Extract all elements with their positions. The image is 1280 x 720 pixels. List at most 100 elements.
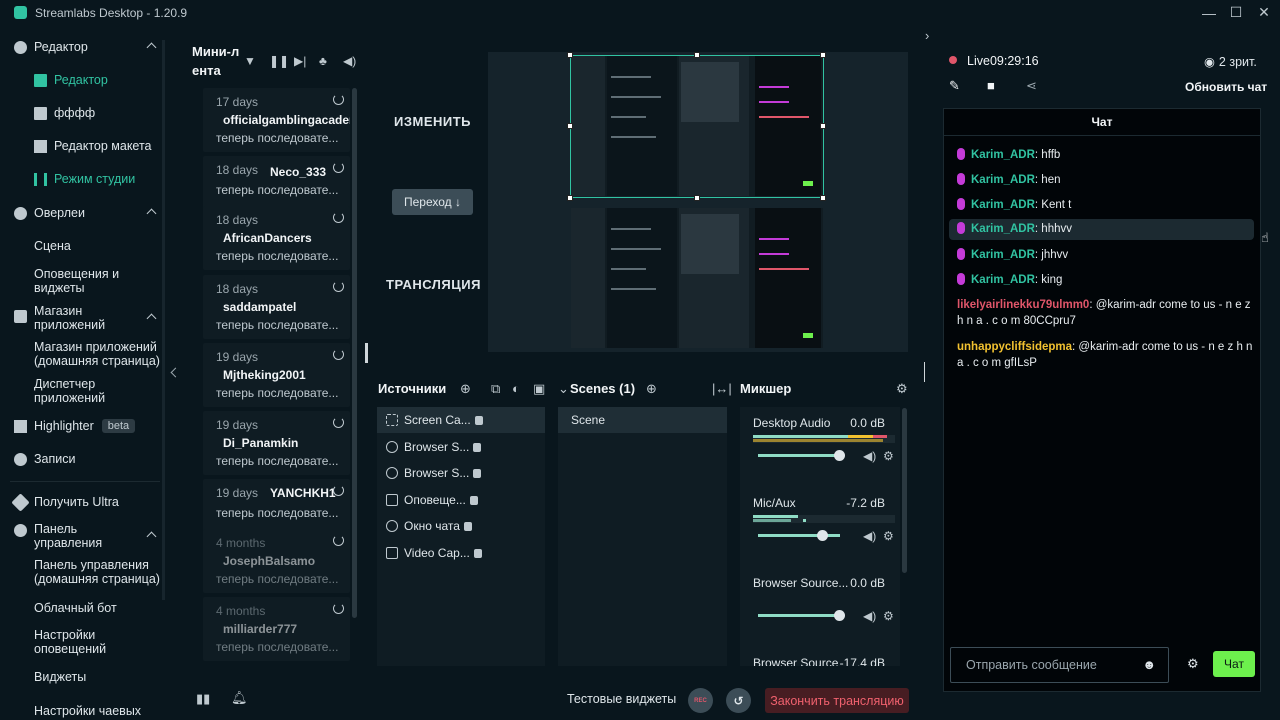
resize-handle[interactable] — [567, 123, 573, 129]
resize-handle[interactable] — [820, 52, 826, 58]
stats-icon[interactable]: ▮▮ — [196, 691, 210, 707]
chevron-down-icon[interactable]: ⌄ — [558, 381, 569, 397]
lock-icon[interactable] — [473, 468, 482, 478]
chat-username[interactable]: Karim_ADR — [971, 174, 1035, 186]
volume-icon[interactable]: ◀) — [343, 54, 356, 68]
end-stream-button[interactable]: Закончить трансляцию — [765, 688, 909, 713]
repeat-icon[interactable] — [333, 535, 344, 546]
chat-username[interactable]: Karim_ADR — [971, 223, 1035, 235]
volume-slider[interactable] — [758, 450, 845, 461]
nav-item-editor[interactable]: Редактор — [0, 72, 165, 88]
resize-handle[interactable] — [694, 195, 700, 201]
nav-item-layout-editor[interactable]: Редактор макета — [0, 138, 165, 154]
camera-icon[interactable]: ■ — [987, 78, 995, 93]
chat-username[interactable]: Karim_ADR — [971, 199, 1035, 211]
nav-item-ffff[interactable]: фффф — [0, 105, 165, 121]
lock-icon[interactable] — [473, 442, 482, 452]
source-item[interactable]: Окно чата — [377, 513, 545, 539]
nav-item-store-home[interactable]: Магазин приложений (домашняя страница) — [0, 340, 165, 370]
test-widgets-button[interactable]: Тестовые виджеты — [567, 692, 676, 706]
resize-handle[interactable] — [820, 123, 826, 129]
repeat-icon[interactable] — [333, 485, 344, 496]
bell-icon[interactable]: ♣ — [319, 54, 327, 68]
mixer-scrollbar[interactable] — [902, 408, 907, 573]
scenes-title[interactable]: Scenes (1) — [570, 381, 635, 396]
nav-item-highlighter[interactable]: Highlighter beta — [0, 417, 165, 435]
nav-group-editor[interactable]: Редактор — [0, 39, 165, 55]
add-scene-icon[interactable]: ⊕ — [646, 381, 657, 397]
slider-knob[interactable] — [817, 530, 828, 541]
nav-item-studio-mode[interactable]: Режим студии — [0, 171, 165, 187]
chat-message-input[interactable]: Отправить сообщение ☻ — [950, 647, 1169, 683]
source-selection-frame[interactable] — [570, 55, 824, 198]
hide-source-icon[interactable]: ◐ — [512, 381, 520, 396]
speaker-icon[interactable]: ◀) — [863, 449, 876, 463]
nav-item-app-manager[interactable]: Диспетчер приложений — [0, 377, 165, 407]
chat-username[interactable]: Karim_ADR — [971, 274, 1035, 286]
resize-handle[interactable] — [567, 52, 573, 58]
record-button[interactable]: REC — [688, 688, 713, 713]
panel-resize-handle[interactable] — [365, 343, 368, 363]
repeat-icon[interactable] — [333, 603, 344, 614]
transition-button[interactable]: Переход ↓ — [392, 189, 473, 215]
mini-feed-scrollbar[interactable] — [352, 88, 357, 618]
nav-item-dashboard-home[interactable]: Панель управления (домашняя страница) — [0, 558, 165, 588]
chat-username[interactable]: Karim_ADR — [971, 249, 1035, 261]
volume-slider[interactable] — [758, 610, 845, 621]
collapse-dock-chevron-icon[interactable]: › — [925, 28, 929, 43]
nav-item-recordings[interactable]: Записи — [0, 451, 165, 467]
nav-item-get-ultra[interactable]: Получить Ultra — [0, 492, 165, 512]
source-item[interactable]: Browser S... — [377, 434, 545, 460]
nav-group-dashboard[interactable]: Панель управления — [0, 522, 165, 552]
slider-knob[interactable] — [834, 450, 845, 461]
maximize-icon[interactable]: ☐ — [1222, 0, 1250, 25]
source-transform-icon[interactable]: ⧉ — [491, 381, 500, 397]
volume-slider[interactable] — [758, 530, 840, 541]
resize-handle[interactable] — [820, 195, 826, 201]
repeat-icon[interactable] — [333, 94, 344, 105]
speaker-icon[interactable]: ◀) — [863, 529, 876, 543]
chat-username[interactable]: Karim_ADR — [971, 149, 1035, 161]
minimize-icon[interactable]: — — [1195, 0, 1223, 25]
share-icon[interactable]: ⋖ — [1026, 78, 1037, 94]
add-folder-icon[interactable]: ▣ — [533, 381, 545, 397]
repeat-icon[interactable] — [333, 417, 344, 428]
repeat-icon[interactable] — [333, 349, 344, 360]
chat-username[interactable]: unhappycliffsidepma — [957, 341, 1072, 353]
source-item[interactable]: Screen Ca... — [377, 407, 545, 433]
edit-stream-info-icon[interactable]: ✎ — [949, 78, 960, 94]
speaker-icon[interactable]: ◀) — [863, 609, 876, 623]
add-source-icon[interactable]: ⊕ — [460, 381, 471, 397]
skip-icon[interactable]: ▶| — [294, 54, 306, 68]
gear-icon[interactable]: ⚙ — [883, 609, 894, 623]
replay-buffer-icon[interactable]: ↺ — [726, 688, 751, 713]
repeat-icon[interactable] — [333, 162, 344, 173]
slider-knob[interactable] — [834, 610, 845, 621]
scene-transitions-icon[interactable]: |↔| — [712, 381, 732, 396]
scene-item[interactable]: Scene — [558, 407, 727, 433]
repeat-icon[interactable] — [333, 212, 344, 223]
lock-icon[interactable] — [469, 495, 478, 505]
resize-handle[interactable] — [694, 52, 700, 58]
chat-send-button[interactable]: Чат — [1213, 651, 1255, 677]
pause-icon[interactable]: ❚❚ — [269, 54, 289, 68]
nav-item-tips-settings[interactable]: Настройки чаевых — [0, 703, 165, 719]
resize-handle[interactable] — [567, 195, 573, 201]
chat-username[interactable]: likelyairlinekku79ulmm0 — [957, 299, 1089, 311]
nav-group-overlays[interactable]: Оверлеи — [0, 205, 165, 221]
chat-settings-gear-icon[interactable]: ⚙ — [1187, 656, 1199, 672]
notifications-bell-icon[interactable]: 🔔︎ — [231, 690, 248, 706]
filter-icon[interactable]: ▼ — [244, 54, 256, 68]
nav-group-app-store[interactable]: Магазин приложений — [0, 304, 165, 334]
source-item[interactable]: Оповеще... — [377, 487, 545, 513]
lock-icon[interactable] — [473, 548, 482, 558]
source-item[interactable]: Browser S... — [377, 460, 545, 486]
close-icon[interactable]: ✕ — [1250, 0, 1278, 25]
nav-item-scene[interactable]: Сцена — [0, 238, 165, 254]
emoji-icon[interactable]: ☻ — [1142, 657, 1156, 672]
mixer-settings-gear-icon[interactable]: ⚙ — [896, 381, 908, 397]
nav-item-alert-settings[interactable]: Настройки оповещений — [0, 628, 165, 658]
nav-item-alerts-widgets[interactable]: Оповещения и виджеты — [0, 267, 165, 297]
repeat-icon[interactable] — [333, 281, 344, 292]
nav-item-cloudbot[interactable]: Облачный бот — [0, 600, 165, 616]
